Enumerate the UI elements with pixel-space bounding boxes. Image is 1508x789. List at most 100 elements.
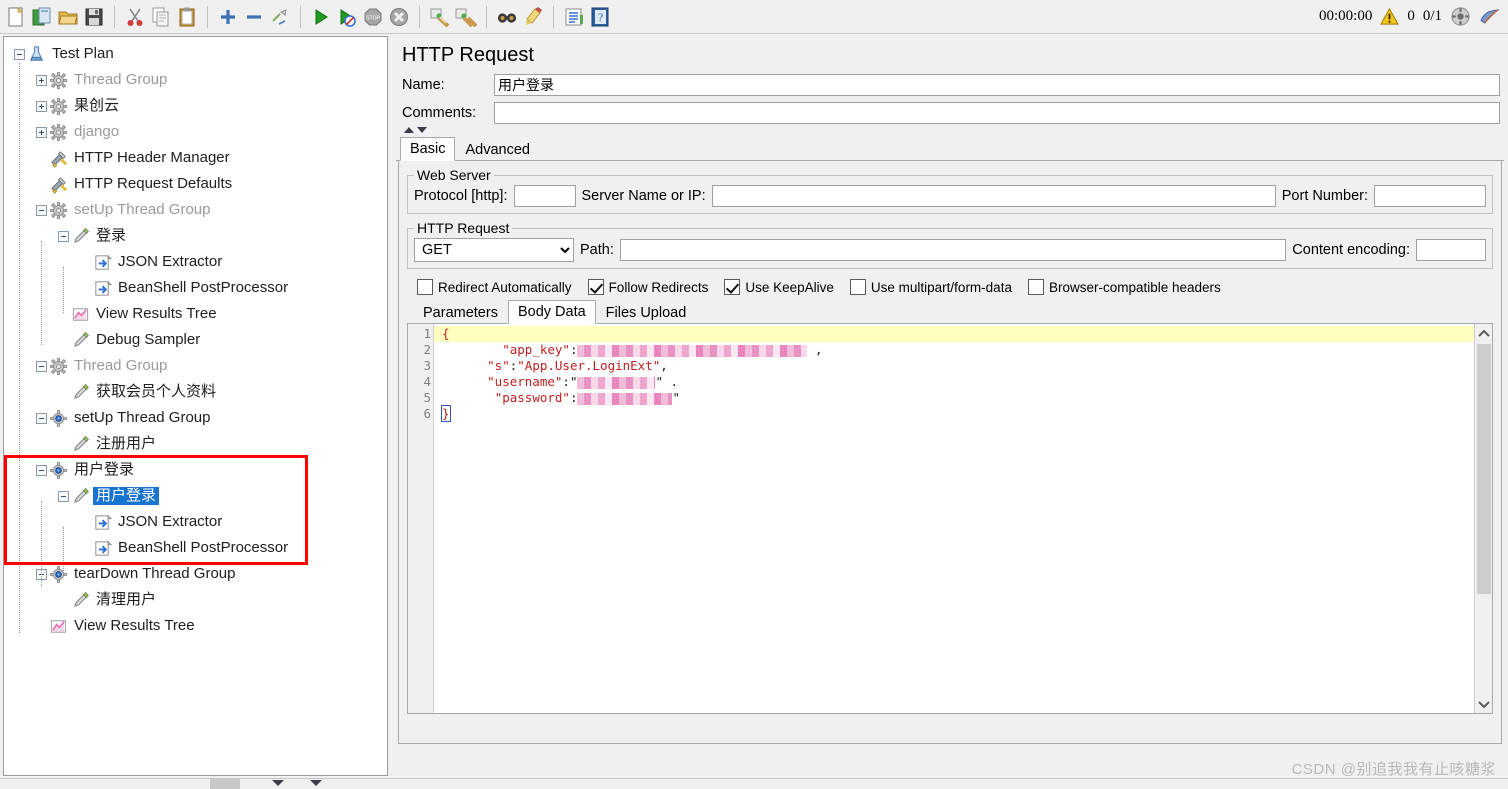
tree-item[interactable]: 用户登录 [4,457,387,483]
templates-icon[interactable] [29,4,55,30]
scroll-down-icon[interactable] [1475,695,1493,713]
clear-icon[interactable] [427,4,453,30]
content-encoding-input[interactable] [1416,239,1486,261]
server-name-input[interactable] [711,185,1276,207]
clear-all-icon[interactable] [453,4,479,30]
tree-item[interactable]: Thread Group [4,67,387,93]
copy-icon[interactable] [148,4,174,30]
splitter-grip[interactable] [210,778,240,789]
tab-advanced[interactable]: Advanced [455,138,540,161]
collapse-icon[interactable] [36,464,47,476]
expand-icon[interactable] [36,126,47,138]
collapse-down-icon[interactable] [417,127,427,133]
checkbox-item[interactable]: Browser-compatible headers [1027,279,1221,295]
tree-item[interactable]: 注册用户 [4,431,387,457]
start-icon[interactable] [308,4,334,30]
expand-icon[interactable] [36,74,47,86]
start-no-pauses-icon[interactable] [334,4,360,30]
cut-icon[interactable] [122,4,148,30]
expand-all-icon[interactable] [215,4,241,30]
thread-group-icon [49,71,68,90]
tree-item[interactable]: View Results Tree [4,301,387,327]
open-icon[interactable] [55,4,81,30]
tree-item[interactable]: 果创云 [4,93,387,119]
tree-item[interactable]: setUp Thread Group [4,197,387,223]
tree-item[interactable]: BeanShell PostProcessor [4,275,387,301]
checkbox-item[interactable]: Use multipart/form-data [849,279,1012,295]
panel-collapse-controls[interactable] [396,127,1504,137]
stop-icon[interactable]: STOP [360,4,386,30]
tree-item[interactable]: View Results Tree [4,613,387,639]
inner-tab-parameters[interactable]: Parameters [413,301,508,324]
expand-icon[interactable] [36,100,47,112]
new-icon[interactable] [3,4,29,30]
tree-item[interactable]: JSON Extractor [4,509,387,535]
tree-item[interactable]: HTTP Header Manager [4,145,387,171]
tree-item[interactable]: setUp Thread Group [4,405,387,431]
scroll-up-icon[interactable] [1475,324,1493,342]
shutdown-icon[interactable] [386,4,412,30]
code-line: "app_key": , [442,342,1474,358]
collapse-up-icon[interactable] [404,127,414,133]
checkbox-item[interactable]: Redirect Automatically [417,279,572,295]
scrollbar-thumb[interactable] [1477,344,1491,594]
tree-item[interactable]: BeanShell PostProcessor [4,535,387,561]
checkbox-unchecked-icon[interactable] [1027,279,1044,295]
tree-item[interactable]: Test Plan [4,41,387,67]
tree-item[interactable]: 清理用户 [4,587,387,613]
checkbox-checked-icon[interactable] [587,279,604,295]
checkbox-checked-icon[interactable] [724,279,741,295]
comments-input[interactable] [494,102,1500,124]
bottom-splitter[interactable] [0,778,1508,789]
body-data-code[interactable]: { "app_key": , "s":"App.User.LoginExt", … [434,324,1474,713]
inner-tab-files-upload[interactable]: Files Upload [596,301,697,324]
body-data-editor[interactable]: 123456 { "app_key": , "s":"App.User.Logi… [407,324,1493,714]
collapse-icon[interactable] [36,360,47,372]
collapse-icon[interactable] [36,204,47,216]
tree-item[interactable]: Debug Sampler [4,327,387,353]
function-helper-icon[interactable] [561,4,587,30]
collapse-icon[interactable] [58,230,69,242]
inner-tab-body-data[interactable]: Body Data [507,300,596,324]
help-icon[interactable]: ? [587,4,613,30]
collapse-all-icon[interactable] [241,4,267,30]
collapse-icon[interactable] [14,48,25,60]
collapse-icon[interactable] [58,490,69,502]
warning-icon[interactable] [1380,7,1400,26]
toggle-icon[interactable] [267,4,293,30]
checkbox-item[interactable]: Follow Redirects [587,279,708,295]
splitter-collapse-left-icon[interactable] [272,780,284,786]
http-method-select[interactable]: GETPOSTPUTDELETEHEADOPTIONSPATCHTRACE [414,238,574,262]
tree-item[interactable]: JSON Extractor [4,249,387,275]
search-icon[interactable] [494,4,520,30]
tree-item-label: View Results Tree [96,305,217,322]
port-number-input[interactable] [1374,185,1486,207]
tree-item[interactable]: tearDown Thread Group [4,561,387,587]
tab-basic[interactable]: Basic [400,137,456,161]
checkbox-item[interactable]: Use KeepAlive [724,279,834,295]
tree-item[interactable]: 登录 [4,223,387,249]
sampler-icon [71,227,90,246]
tree-item[interactable]: django [4,119,387,145]
tree-item-label: Test Plan [52,45,114,62]
toolbar-group-edit [119,4,203,30]
tree-item[interactable]: 获取会员个人资料 [4,379,387,405]
editor-vertical-scrollbar[interactable] [1474,324,1492,713]
checkbox-unchecked-icon[interactable] [417,279,433,295]
reset-search-icon[interactable] [520,4,546,30]
save-icon[interactable] [81,4,107,30]
tree-item-label: 获取会员个人资料 [96,383,217,400]
protocol-input[interactable] [513,185,576,207]
name-input[interactable] [494,74,1500,96]
thread-indicator-icon[interactable] [1450,6,1471,27]
tree-item[interactable]: Thread Group [4,353,387,379]
tree-item[interactable]: HTTP Request Defaults [4,171,387,197]
splitter-collapse-right-icon[interactable] [310,780,322,786]
paste-icon[interactable] [174,4,200,30]
checkbox-unchecked-icon[interactable] [849,279,866,295]
collapse-icon[interactable] [36,412,47,424]
test-plan-tree-panel[interactable]: Test Plan Thread Group 果创云 django HTTP Heade… [3,36,388,776]
tree-item[interactable]: 用户登录 [4,483,387,509]
path-input[interactable] [619,239,1287,261]
